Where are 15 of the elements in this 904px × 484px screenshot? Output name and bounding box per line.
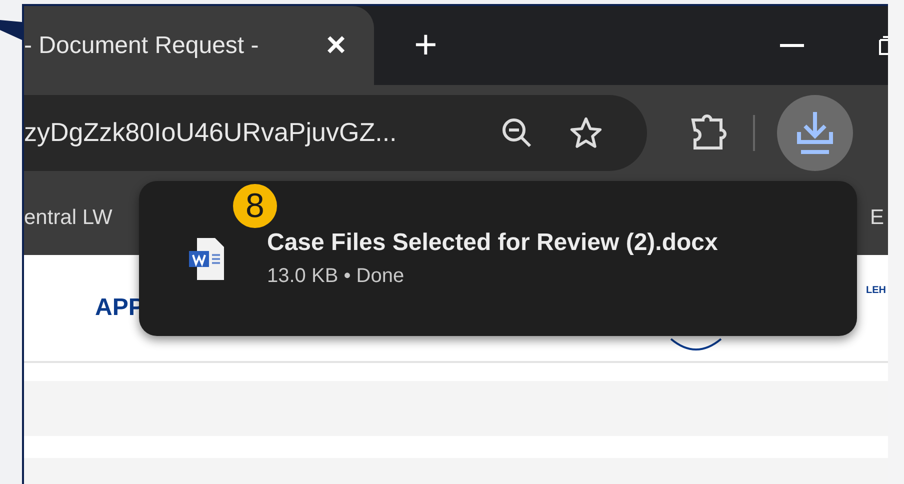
address-bar[interactable]: zyDgZzk80IoU46URvaPjuvGZ... xyxy=(24,94,647,170)
new-tab-button[interactable]: + xyxy=(408,6,444,85)
bookmark-label[interactable]: E xyxy=(870,206,884,230)
maximize-icon[interactable] xyxy=(878,36,888,56)
download-status: 13.0 KB • Done xyxy=(267,265,406,288)
nav-label[interactable]: LEH xyxy=(866,285,886,296)
file-name[interactable]: Case Files Selected for Review (2).docx xyxy=(267,229,718,257)
browser-tab[interactable]: - Document Request - × xyxy=(24,6,374,85)
bookmark-label[interactable]: entral LW xyxy=(24,206,112,230)
download-icon xyxy=(796,110,834,156)
tab-title: - Document Request - xyxy=(24,32,259,60)
word-document-icon xyxy=(189,236,225,280)
url-text: zyDgZzk80IoU46URvaPjuvGZ... xyxy=(24,117,398,148)
step-badge: 8 xyxy=(233,184,277,228)
close-tab-button[interactable]: × xyxy=(322,26,350,65)
